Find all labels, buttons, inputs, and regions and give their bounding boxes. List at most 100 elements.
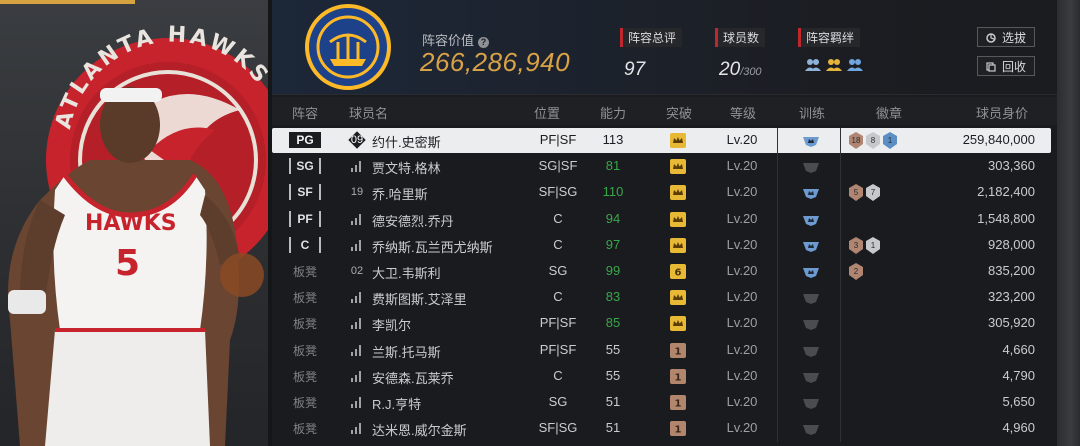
player-name[interactable]: 兰斯.托马斯 — [372, 342, 441, 361]
badge-bronze-icon[interactable]: 5 — [848, 184, 864, 202]
table-row[interactable]: 板凳 达米恩.威尔金斯 SF|SG 51 1 Lv.20 4,960 — [272, 416, 1051, 441]
player-position: C — [553, 210, 563, 226]
training-icon[interactable] — [802, 213, 820, 227]
badge-silver-icon[interactable]: 8 — [865, 132, 881, 149]
badge-bronze-icon[interactable]: 2 — [848, 263, 864, 280]
col-player-value[interactable]: 球员身价 — [976, 103, 1028, 122]
col-level[interactable]: 等级 — [730, 103, 756, 122]
golden-state-warriors-logo-icon — [305, 4, 391, 90]
player-name[interactable]: 乔纳斯.瓦兰西尤纳斯 — [372, 237, 493, 256]
table-row[interactable]: PG 09 约什.史密斯 PF|SF 113 Lv.20 18 8 1 259,840,000 — [272, 128, 1051, 153]
table-row[interactable]: 板凳 安德森.瓦莱乔 C 55 1 Lv.20 4,790 — [272, 364, 1051, 389]
player-name[interactable]: 李凯尔 — [372, 315, 411, 334]
bench-tag: 板凳 — [293, 343, 318, 358]
player-ability: 85 — [605, 315, 621, 331]
jersey-number-icon: 02 — [350, 265, 364, 277]
player-name[interactable]: 贾文特.格林 — [372, 158, 441, 177]
col-player-name[interactable]: 球员名 — [349, 103, 388, 122]
player-position: SG — [548, 394, 568, 409]
jersey-number: 5 — [115, 243, 140, 284]
badge-silver-icon[interactable]: 1 — [865, 236, 881, 254]
training-icon[interactable] — [802, 422, 820, 436]
bond-icon-blue[interactable] — [804, 57, 822, 73]
breakthrough-icon[interactable]: 1 — [670, 342, 686, 358]
badge-silver-icon[interactable]: 7 — [865, 184, 881, 202]
breakthrough-icon[interactable] — [670, 211, 686, 227]
breakthrough-icon[interactable]: 1 — [670, 368, 686, 384]
col-lineup[interactable]: 阵容 — [292, 103, 318, 122]
training-icon[interactable] — [802, 134, 820, 148]
player-name[interactable]: 费斯图斯.艾泽里 — [372, 289, 467, 308]
training-icon[interactable] — [802, 186, 820, 200]
table-row[interactable]: SF 19 乔.哈里斯 SF|SG 110 Lv.20 5 7 2,182,400 — [272, 180, 1051, 205]
player-position: SG|SF — [538, 158, 578, 174]
col-training[interactable]: 训练 — [799, 103, 825, 122]
table-row[interactable]: 板凳 兰斯.托马斯 PF|SF 55 1 Lv.20 4,660 — [272, 338, 1051, 363]
breakthrough-icon[interactable] — [670, 290, 686, 306]
badge-bronze-icon[interactable]: 18 — [848, 132, 864, 149]
training-icon[interactable] — [802, 317, 820, 331]
training-divider — [777, 128, 778, 443]
training-icon[interactable] — [802, 370, 820, 384]
player-name[interactable]: 大卫.韦斯利 — [372, 263, 441, 282]
bond-icon-blue[interactable] — [846, 57, 864, 73]
svg-text:1: 1 — [675, 425, 682, 436]
table-row[interactable]: SG 贾文特.格林 SG|SF 81 Lv.20 303,360 — [272, 154, 1051, 179]
breakthrough-icon[interactable] — [670, 316, 686, 332]
breakthrough-icon[interactable]: 1 — [670, 421, 686, 437]
breakthrough-icon[interactable]: 6 — [670, 264, 686, 279]
player-name[interactable]: 安德森.瓦莱乔 — [372, 368, 454, 387]
jersey-number-icon: 19 — [350, 186, 364, 199]
stat-player-count-label: 球员数 — [715, 28, 766, 47]
player-level: Lv.20 — [726, 394, 758, 409]
col-ability[interactable]: 能力 — [600, 103, 626, 122]
badge-bronze-icon[interactable]: 3 — [848, 236, 864, 254]
stat-overall-label: 阵容总评 — [620, 28, 683, 47]
player-name[interactable]: R.J.亨特 — [372, 394, 421, 413]
breakthrough-icon[interactable]: 1 — [670, 395, 686, 410]
stat-player-count-value: 20/300 — [719, 59, 762, 80]
breakthrough-icon[interactable] — [670, 185, 686, 201]
col-position[interactable]: 位置 — [534, 103, 560, 122]
training-icon[interactable] — [802, 344, 820, 358]
player-name[interactable]: 德安德烈.乔丹 — [372, 211, 454, 230]
badge-group: 31 — [848, 236, 881, 254]
col-badges[interactable]: 徽章 — [876, 103, 902, 122]
table-row[interactable]: 板凳 R.J.亨特 SG 51 1 Lv.20 5,650 — [272, 390, 1051, 415]
bench-tag: 板凳 — [293, 396, 318, 410]
stat-overall: 阵容总评 97 — [620, 28, 683, 81]
player-position: PF|SF — [539, 341, 577, 357]
breakthrough-icon[interactable] — [670, 237, 686, 253]
training-icon[interactable] — [802, 160, 820, 174]
breakthrough-icon[interactable] — [670, 133, 686, 148]
draft-button[interactable]: 选拔 — [977, 27, 1035, 47]
col-breakthrough[interactable]: 突破 — [666, 103, 692, 122]
training-icon[interactable] — [802, 291, 820, 305]
table-row[interactable]: PF 德安德烈.乔丹 C 94 Lv.20 1,548,800 — [272, 207, 1051, 232]
player-name[interactable]: 乔.哈里斯 — [372, 184, 428, 203]
training-icon[interactable] — [802, 265, 820, 279]
recycle-icon — [986, 62, 996, 72]
training-icon[interactable] — [802, 239, 820, 253]
player-position: C — [553, 289, 563, 305]
table-row[interactable]: C 乔纳斯.瓦兰西尤纳斯 C 97 Lv.20 3 1 928,000 — [272, 233, 1051, 258]
table-row[interactable]: 板凳 费斯图斯.艾泽里 C 83 Lv.20 323,200 — [272, 285, 1051, 310]
player-ability: 51 — [605, 394, 621, 409]
svg-text:1: 1 — [675, 372, 682, 383]
player-value: 323,200 — [988, 289, 1035, 305]
player-level: Lv.20 — [726, 367, 758, 383]
recycle-button[interactable]: 回收 — [977, 56, 1035, 76]
breakthrough-icon[interactable] — [670, 159, 686, 175]
player-position: PF|SF — [539, 132, 577, 147]
player-value: 259,840,000 — [962, 132, 1035, 147]
player-ability: 81 — [605, 158, 621, 174]
player-value: 4,660 — [1002, 341, 1035, 357]
bond-icon-gold[interactable] — [825, 57, 843, 73]
player-name[interactable]: 约什.史密斯 — [372, 132, 441, 151]
player-name[interactable]: 达米恩.威尔金斯 — [372, 420, 467, 439]
training-icon[interactable] — [802, 396, 820, 410]
signal-bars-icon — [351, 213, 361, 225]
table-row[interactable]: 板凳 李凯尔 PF|SF 85 Lv.20 305,920 — [272, 311, 1051, 336]
table-row[interactable]: 板凳 02 大卫.韦斯利 SG 99 6 Lv.20 2 835,200 — [272, 259, 1051, 284]
player-value: 928,000 — [988, 236, 1035, 252]
